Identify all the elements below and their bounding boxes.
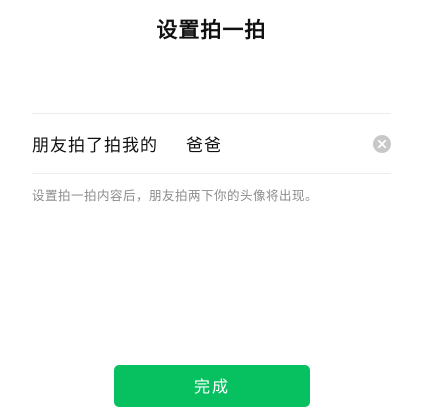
pat-suffix-input[interactable] — [186, 133, 336, 154]
page-title: 设置拍一拍 — [156, 18, 267, 42]
pat-prefix-label: 朋友拍了拍我的 — [32, 136, 158, 156]
done-button[interactable]: 完成 — [114, 365, 310, 407]
hint-text: 设置拍一拍内容后，朋友拍两下你的头像将出现。 — [32, 188, 319, 203]
pat-text-row: 朋友拍了拍我的 — [32, 114, 391, 173]
pat-settings-page: 设置拍一拍 朋友拍了拍我的 设置拍一拍内容后，朋友拍两下你的头像将出现。 完成 — [0, 0, 423, 420]
bottom-divider — [32, 173, 391, 174]
clear-icon[interactable] — [373, 134, 391, 153]
